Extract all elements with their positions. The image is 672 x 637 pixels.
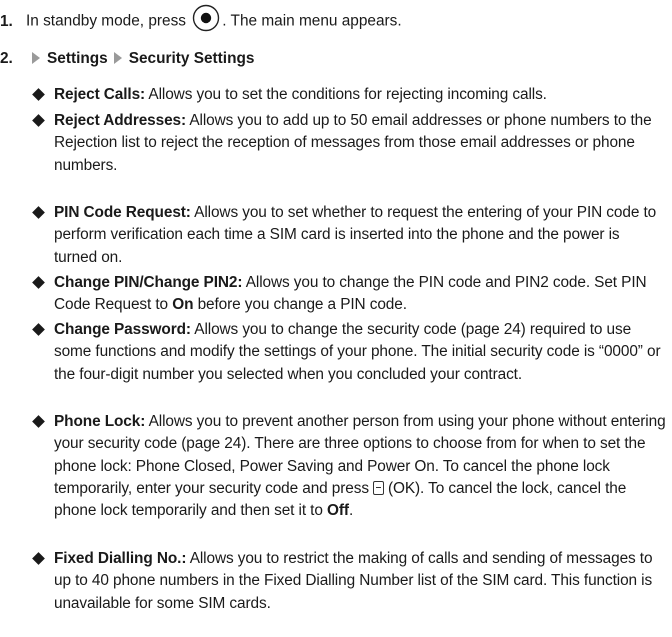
step-text: In standby mode, press xyxy=(26,12,186,30)
item-term: Phone Lock: xyxy=(54,413,146,430)
bullet-diamond-icon xyxy=(32,323,45,336)
item-desc: before you change a PIN code. xyxy=(197,296,407,314)
bullet-diamond-icon xyxy=(32,552,45,565)
item-term: Reject Calls: xyxy=(54,86,146,103)
item-term: Fixed Dialling No.: xyxy=(54,550,187,567)
list-item: Phone Lock: Allows you to prevent anothe… xyxy=(32,411,666,522)
item-desc: Allows you to set the conditions for rej… xyxy=(148,86,547,103)
item-term: Change PIN/Change PIN2: xyxy=(54,274,243,291)
list-item: Reject Calls: Allows you to set the cond… xyxy=(32,84,666,106)
bullet-diamond-icon xyxy=(32,114,45,127)
bullet-diamond-icon xyxy=(32,88,45,101)
center-select-key-icon xyxy=(192,4,220,39)
step-2: 2. Settings Security Settings xyxy=(0,48,254,70)
menu-path-settings: Settings xyxy=(47,50,108,67)
item-term: Change Password: xyxy=(54,321,191,338)
item-term: Reject Addresses: xyxy=(54,112,187,129)
item-desc-bold: Off xyxy=(327,502,349,520)
item-desc-bold: On xyxy=(172,296,194,314)
step-1: 1. In standby mode, press . The main menu… xyxy=(0,4,402,39)
list-item: Reject Addresses: Allows you to add up t… xyxy=(32,110,666,177)
bullet-diamond-icon xyxy=(32,276,45,289)
step-number: 1. xyxy=(0,12,13,30)
step-text-end: . The main menu appears. xyxy=(222,12,402,30)
menu-arrow-icon xyxy=(113,51,122,64)
item-term: PIN Code Request: xyxy=(54,204,191,221)
menu-arrow-icon xyxy=(32,51,40,64)
list-item: Fixed Dialling No.: Allows you to restri… xyxy=(32,548,666,615)
step-number: 2. xyxy=(0,50,13,67)
list-item: Change Password: Allows you to change th… xyxy=(32,319,666,386)
menu-path-security-settings: Security Settings xyxy=(128,50,255,67)
item-desc: . xyxy=(348,502,354,520)
list-item: Change PIN/Change PIN2: Allows you to ch… xyxy=(32,272,666,317)
bullet-diamond-icon xyxy=(32,415,45,428)
left-softkey-icon xyxy=(372,480,384,495)
list-item: PIN Code Request: Allows you to set whet… xyxy=(32,202,666,269)
bullet-diamond-icon xyxy=(32,206,45,219)
